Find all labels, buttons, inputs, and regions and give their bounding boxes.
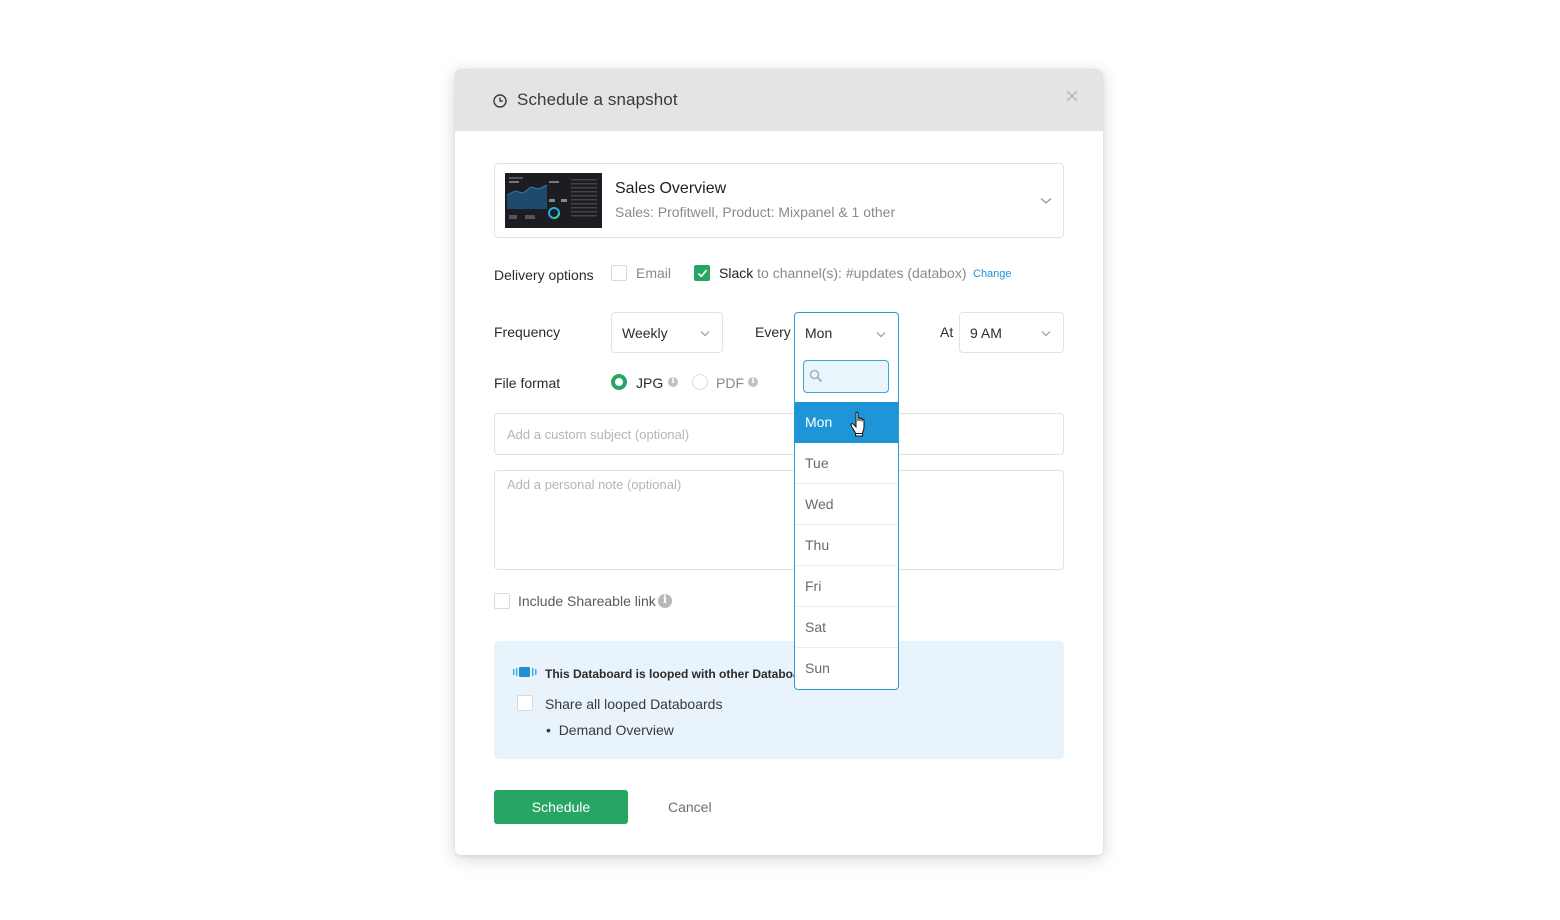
email-checkbox[interactable]: [611, 265, 627, 281]
close-icon[interactable]: [1064, 88, 1080, 104]
pdf-radio[interactable]: [692, 374, 708, 390]
frequency-select[interactable]: Weekly: [611, 312, 723, 353]
jpg-label: JPG: [636, 375, 664, 391]
delivery-options-label: Delivery options: [494, 267, 594, 283]
day-option-label: Tue: [805, 455, 829, 471]
email-label: Email: [636, 265, 672, 281]
search-icon: [809, 369, 823, 383]
day-option-sun[interactable]: Sun: [795, 648, 898, 689]
time-value: 9 AM: [970, 325, 1002, 341]
day-option-mon[interactable]: Mon: [795, 402, 898, 443]
clock-icon: [493, 94, 507, 108]
day-option-fri[interactable]: Fri: [795, 566, 898, 607]
chevron-down-icon: [1040, 198, 1052, 204]
day-option-label: Mon: [805, 414, 833, 430]
day-option-label: Sat: [805, 619, 827, 635]
at-label: At: [940, 324, 954, 340]
custom-subject-input[interactable]: Add a custom subject (optional): [494, 413, 1064, 455]
chevron-down-icon: [1041, 331, 1051, 337]
day-select-value: Mon: [805, 325, 833, 341]
day-dropdown[interactable]: Mon Mon Tue Wed Thu Fri Sat Sun: [794, 312, 899, 690]
jpg-radio[interactable]: [611, 374, 627, 390]
modal-title: Schedule a snapshot: [517, 90, 678, 109]
info-icon[interactable]: [668, 375, 678, 387]
databoard-name: Sales Overview: [615, 180, 727, 197]
slack-label: Slack: [719, 265, 754, 281]
shareable-link-label: Include Shareable link: [518, 593, 656, 609]
info-icon[interactable]: [748, 375, 758, 387]
checkmark-icon: [697, 269, 708, 278]
databoard-selector[interactable]: Sales Overview Sales: Profitwell, Produc…: [494, 163, 1064, 238]
custom-subject-placeholder: Add a custom subject (optional): [507, 427, 690, 442]
day-option-label: Thu: [805, 537, 830, 553]
dashboard-thumbnail: [505, 173, 602, 228]
day-search-input[interactable]: [803, 360, 889, 393]
slack-channel-detail: to channel(s): #updates (databox): [753, 265, 967, 281]
pdf-label: PDF: [716, 375, 744, 391]
shareable-link-checkbox[interactable]: [494, 593, 510, 609]
time-select[interactable]: 9 AM: [959, 312, 1064, 353]
day-option-sat[interactable]: Sat: [795, 607, 898, 648]
share-looped-checkbox[interactable]: [517, 695, 533, 711]
personal-note-textarea[interactable]: Add a personal note (optional): [494, 470, 1064, 570]
looped-databoard-name: Demand Overview: [558, 722, 674, 738]
schedule-snapshot-modal: Schedule a snapshot Sales Overview Sales…: [455, 69, 1103, 855]
frequency-label: Frequency: [494, 324, 561, 340]
day-option-label: Wed: [805, 496, 834, 512]
modal-header: Schedule a snapshot: [455, 69, 1103, 131]
day-option-tue[interactable]: Tue: [795, 443, 898, 484]
chevron-down-icon: [700, 331, 710, 337]
looped-databoard-item: • Demand Overview: [546, 722, 674, 738]
day-option-wed[interactable]: Wed: [795, 484, 898, 525]
databoard-sources: Sales: Profitwell, Product: Mixpanel & 1…: [615, 204, 896, 220]
chevron-down-icon: [876, 332, 886, 338]
file-format-label: File format: [494, 375, 561, 391]
day-option-label: Fri: [805, 578, 822, 594]
day-option-thu[interactable]: Thu: [795, 525, 898, 566]
hand-cursor-icon: [850, 411, 865, 437]
loop-title: This Databoard is looped with other Data…: [545, 667, 819, 681]
schedule-button[interactable]: Schedule: [494, 790, 628, 824]
loop-icon: [513, 667, 537, 677]
personal-note-placeholder: Add a personal note (optional): [507, 477, 682, 492]
frequency-value: Weekly: [622, 325, 668, 341]
slack-checkbox[interactable]: [694, 265, 710, 281]
slack-option: Slack to channel(s): #updates (databox): [719, 265, 966, 281]
info-icon[interactable]: [658, 593, 672, 608]
every-label: Every: [755, 324, 791, 340]
cancel-button[interactable]: Cancel: [668, 799, 712, 815]
day-option-label: Sun: [805, 660, 830, 676]
looped-databoards-panel: This Databoard is looped with other Data…: [494, 641, 1064, 759]
change-channel-link[interactable]: Change: [973, 268, 1012, 280]
share-looped-label: Share all looped Databoards: [545, 696, 723, 712]
day-options-list: Mon Tue Wed Thu Fri Sat Sun: [795, 402, 898, 689]
